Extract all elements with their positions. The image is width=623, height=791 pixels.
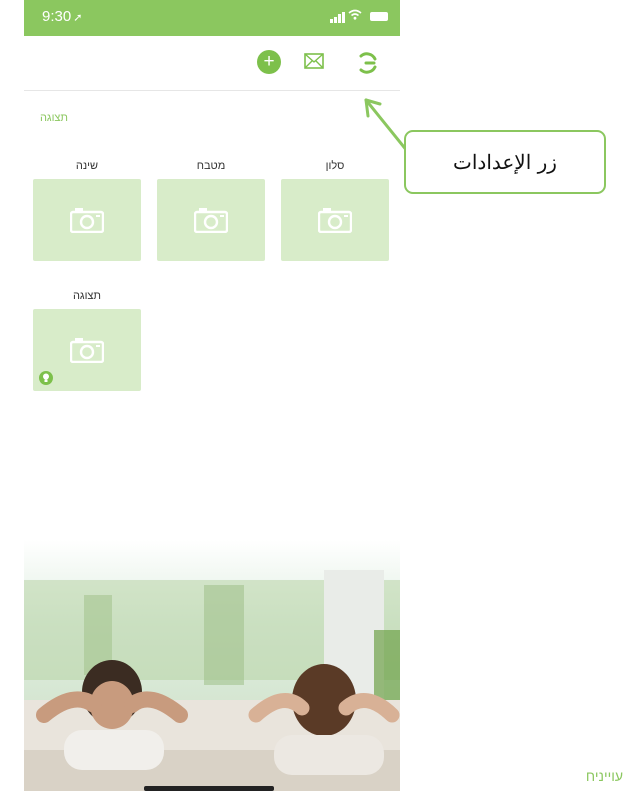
status-bar: 9:30 ➚ [24,0,400,36]
status-time: 9:30 ➚ [42,8,83,25]
background-photo [24,540,400,791]
room-label-kitchen: מטבח [196,160,226,172]
signal-icon [330,12,345,23]
add-button[interactable]: + [257,50,281,74]
settings-button[interactable] [357,52,379,74]
camera-icon [318,208,352,233]
room-label-display: תצוגה [72,290,102,302]
lightbulb-icon [39,371,53,385]
top-toolbar: + [24,36,400,91]
phone-screen: 9:30 ➚ + תצוגה שינה מטבח סלון תצוגה [24,0,400,791]
settings-callout: زر الإعدادات [404,130,606,194]
room-label-sleep: שינה [75,160,99,172]
section-title: תצוגה [39,112,69,124]
battery-icon [370,12,388,21]
room-tile-display[interactable] [33,309,141,391]
room-tile-sleep[interactable] [33,179,141,261]
mail-button[interactable] [304,53,324,69]
envelope-icon [304,53,324,69]
settings-icon [359,52,377,74]
footer-text: עוייניח [585,768,623,784]
wifi-icon [348,9,362,24]
camera-icon [194,208,228,233]
camera-icon [70,208,104,233]
room-tile-kitchen[interactable] [157,179,265,261]
location-icon: ➚ [73,12,83,24]
room-tile-living[interactable] [281,179,389,261]
camera-icon [70,338,104,363]
